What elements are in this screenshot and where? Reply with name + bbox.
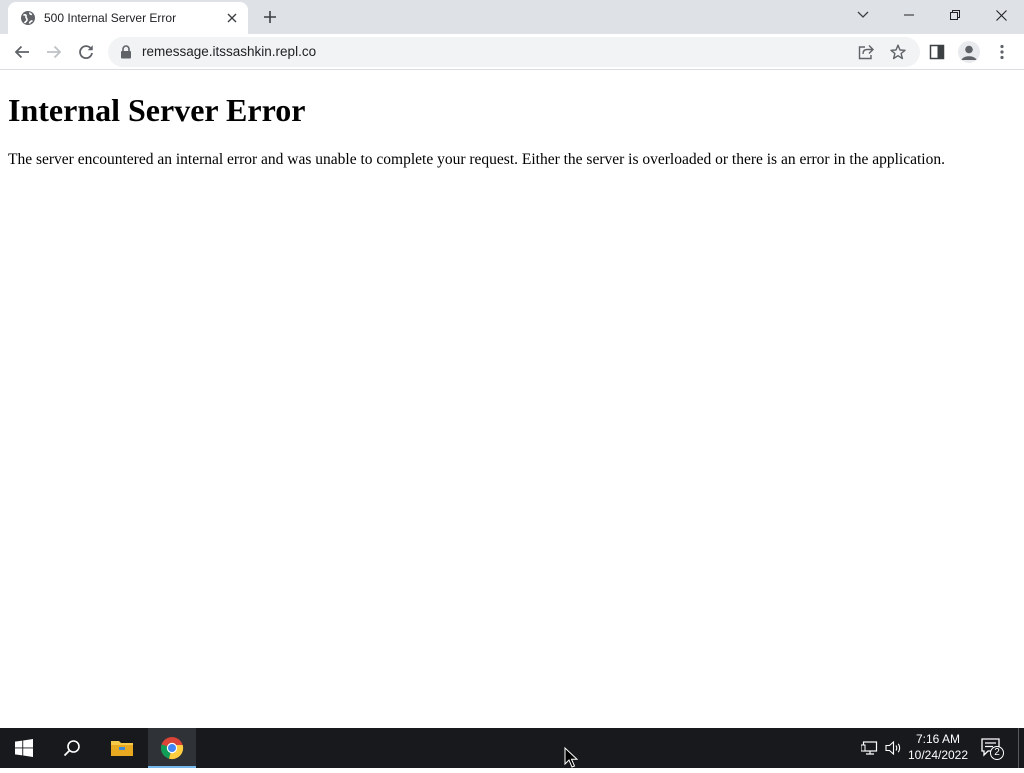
profile-button[interactable]	[955, 38, 983, 66]
bookmark-star-icon[interactable]	[886, 40, 910, 64]
new-tab-button[interactable]	[258, 5, 282, 29]
page-content: Internal Server Error The server encount…	[0, 71, 1024, 728]
reload-button[interactable]	[72, 38, 100, 66]
close-window-button[interactable]	[978, 0, 1024, 30]
tab-title: 500 Internal Server Error	[44, 11, 177, 25]
windows-start-icon[interactable]	[0, 728, 48, 768]
search-icon[interactable]	[48, 728, 96, 768]
system-clock[interactable]: 7:16 AM 10/24/2022	[902, 731, 974, 763]
tab-strip: 500 Internal Server Error	[0, 0, 1024, 34]
avatar-icon	[958, 41, 980, 63]
tab-search-chevron-icon[interactable]	[840, 0, 886, 30]
more-menu-icon[interactable]	[988, 38, 1016, 66]
show-desktop-button[interactable]	[1018, 728, 1024, 768]
side-panel-icon[interactable]	[923, 38, 951, 66]
forward-button[interactable]	[40, 38, 68, 66]
back-button[interactable]	[8, 38, 36, 66]
clock-time: 7:16 AM	[915, 732, 961, 746]
file-explorer-icon[interactable]	[98, 728, 146, 768]
restore-button[interactable]	[932, 0, 978, 30]
minimize-button[interactable]	[886, 0, 932, 30]
browser-tab[interactable]: 500 Internal Server Error	[8, 2, 248, 34]
mouse-cursor-icon	[564, 746, 579, 769]
lock-icon[interactable]	[120, 45, 134, 59]
share-icon[interactable]	[854, 40, 878, 64]
page-title: Internal Server Error	[8, 92, 306, 128]
notification-badge: 2	[994, 747, 1000, 758]
browser-toolbar: remessage.itssashkin.repl.co	[0, 34, 1024, 70]
notification-icon[interactable]: 2	[980, 736, 1004, 760]
globe-icon	[20, 10, 36, 26]
url-text[interactable]: remessage.itssashkin.repl.co	[142, 44, 316, 60]
taskbar: 7:16 AM 10/24/2022 2	[0, 728, 1024, 768]
error-message: The server encountered an internal error…	[8, 151, 945, 168]
clock-date: 10/24/2022	[907, 748, 969, 762]
address-bar[interactable]: remessage.itssashkin.repl.co	[108, 37, 920, 67]
chrome-icon[interactable]	[148, 728, 196, 768]
close-tab-icon[interactable]	[222, 8, 242, 28]
